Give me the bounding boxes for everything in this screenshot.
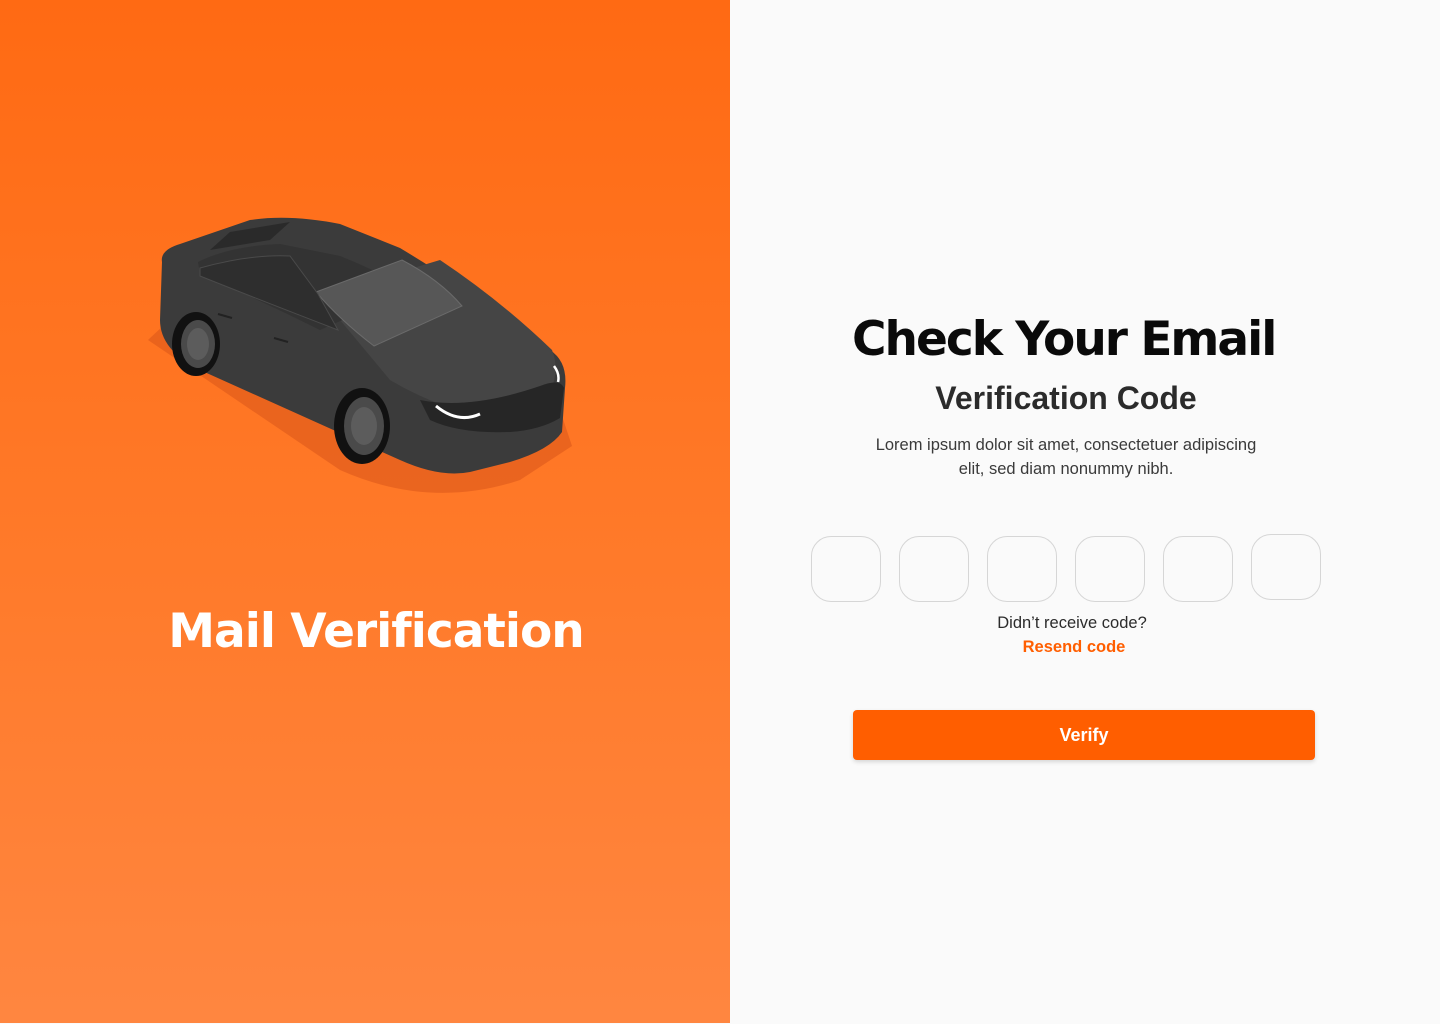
verification-code-heading: Verification Code xyxy=(935,380,1197,416)
right-form-panel xyxy=(730,0,1440,1024)
code-input-1[interactable] xyxy=(811,536,881,602)
left-panel-title: Mail Verification xyxy=(168,604,585,659)
code-input-2[interactable] xyxy=(899,536,969,602)
code-input-5[interactable] xyxy=(1163,536,1233,602)
code-input-6[interactable] xyxy=(1251,534,1321,600)
page-title: Check Your Email xyxy=(852,312,1277,367)
mail-verification-page: Mail Verification Check Your Email Verif… xyxy=(0,0,1440,1024)
car-icon xyxy=(148,217,572,493)
resend-question-text: Didn’t receive code? xyxy=(997,614,1147,632)
code-input-3[interactable] xyxy=(987,536,1057,602)
description-text: Lorem ipsum dolor sit amet, consectetuer… xyxy=(875,436,1257,478)
verify-button[interactable]: Verify xyxy=(853,710,1315,760)
code-input-row xyxy=(811,534,1331,605)
code-input-4[interactable] xyxy=(1075,536,1145,602)
left-hero-panel: Mail Verification xyxy=(0,0,730,1023)
resend-code-link[interactable]: Resend code xyxy=(974,638,1174,657)
